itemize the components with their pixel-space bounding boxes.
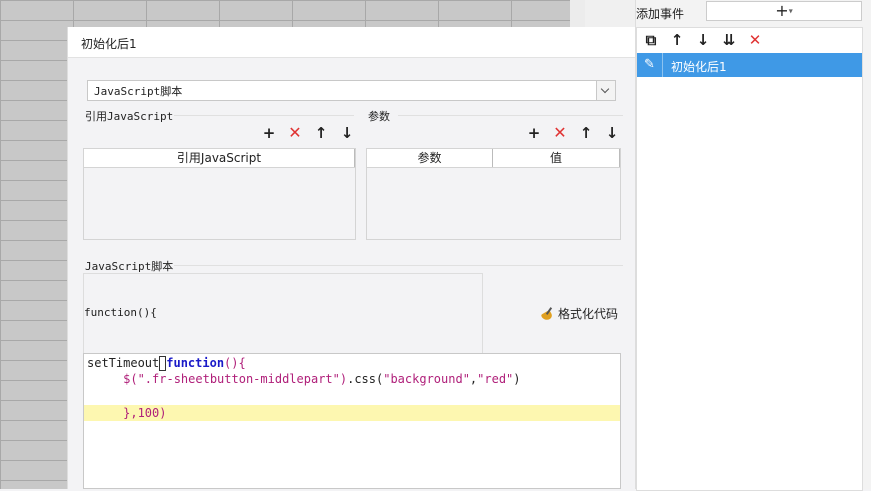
ref-toolbar: + ✕ ↑ ↓: [261, 125, 355, 142]
ref-column-header[interactable]: 引用JavaScript: [84, 149, 355, 167]
add-event-label: 添加事件: [636, 7, 685, 21]
arrow-up-icon[interactable]: ↑: [313, 125, 329, 141]
chevron-down-icon: ▾: [788, 6, 793, 16]
delete-icon[interactable]: ✕: [747, 31, 763, 49]
divider: [174, 115, 354, 116]
format-code-button[interactable]: 格式化代码: [540, 305, 618, 322]
ref-table[interactable]: 引用JavaScript: [83, 148, 356, 240]
ref-section-title: 引用JavaScript: [85, 110, 174, 123]
event-toolbar: ⧉ ↑ ↓ ⇊ ✕: [643, 31, 763, 49]
event-list-panel: ⧉ ↑ ↓ ⇊ ✕ ✎ 初始化后1: [636, 27, 863, 491]
event-editor-dialog: 初始化后1 JavaScript脚本 引用JavaScript 参数 + ✕ ↑…: [67, 27, 636, 489]
param-column-header[interactable]: 参数: [367, 149, 493, 167]
arrow-up-icon[interactable]: ↑: [578, 125, 594, 141]
plus-icon[interactable]: +: [261, 125, 277, 141]
event-item-label: 初始化后1: [671, 60, 727, 74]
code-line-1[interactable]: setTimeout function(){: [87, 355, 246, 371]
divider: [398, 115, 623, 116]
value-column-header[interactable]: 值: [493, 149, 620, 167]
events-panel: 添加事件 +▾ ⧉ ↑ ↓ ⇊ ✕ ✎ 初始化后1: [635, 0, 871, 491]
arrow-up-icon[interactable]: ↑: [669, 31, 685, 49]
chevron-down-icon[interactable]: [596, 81, 615, 100]
arrow-down-icon[interactable]: ↓: [695, 31, 711, 49]
event-list-item[interactable]: ✎ 初始化后1: [637, 53, 862, 77]
params-toolbar: + ✕ ↑ ↓: [526, 125, 620, 142]
script-section-title: JavaScript脚本: [85, 260, 174, 273]
code-line-2[interactable]: $(".fr-sheetbutton-middlepart").css("bac…: [87, 371, 520, 387]
copy-icon[interactable]: ⧉: [643, 31, 659, 49]
plus-icon: +: [775, 1, 789, 20]
delete-icon[interactable]: ✕: [287, 125, 303, 141]
delete-icon[interactable]: ✕: [552, 125, 568, 141]
code-line-4[interactable]: },100): [87, 405, 166, 421]
code-editor[interactable]: setTimeout function(){ $(".fr-sheetbutton…: [83, 353, 621, 489]
edit-icon[interactable]: ✎: [637, 53, 663, 77]
ref-table-header: 引用JavaScript: [84, 149, 355, 168]
dialog-title-bar: 初始化后1: [68, 27, 636, 58]
function-header: function(){: [84, 306, 157, 319]
move-bottom-icon[interactable]: ⇊: [721, 31, 737, 49]
add-event-button[interactable]: +▾: [706, 1, 862, 21]
dialog-title: 初始化后1: [81, 37, 137, 51]
arrow-down-icon[interactable]: ↓: [604, 125, 620, 141]
params-table[interactable]: 参数 值: [366, 148, 621, 240]
script-type-value: JavaScript脚本: [94, 85, 183, 98]
params-section-title: 参数: [368, 110, 390, 123]
format-code-label: 格式化代码: [558, 307, 619, 321]
broom-icon: [540, 307, 554, 321]
script-type-select[interactable]: JavaScript脚本: [87, 80, 616, 101]
params-table-header: 参数 值: [367, 149, 620, 168]
plus-icon[interactable]: +: [526, 125, 542, 141]
divider: [174, 265, 623, 266]
arrow-down-icon[interactable]: ↓: [339, 125, 355, 141]
